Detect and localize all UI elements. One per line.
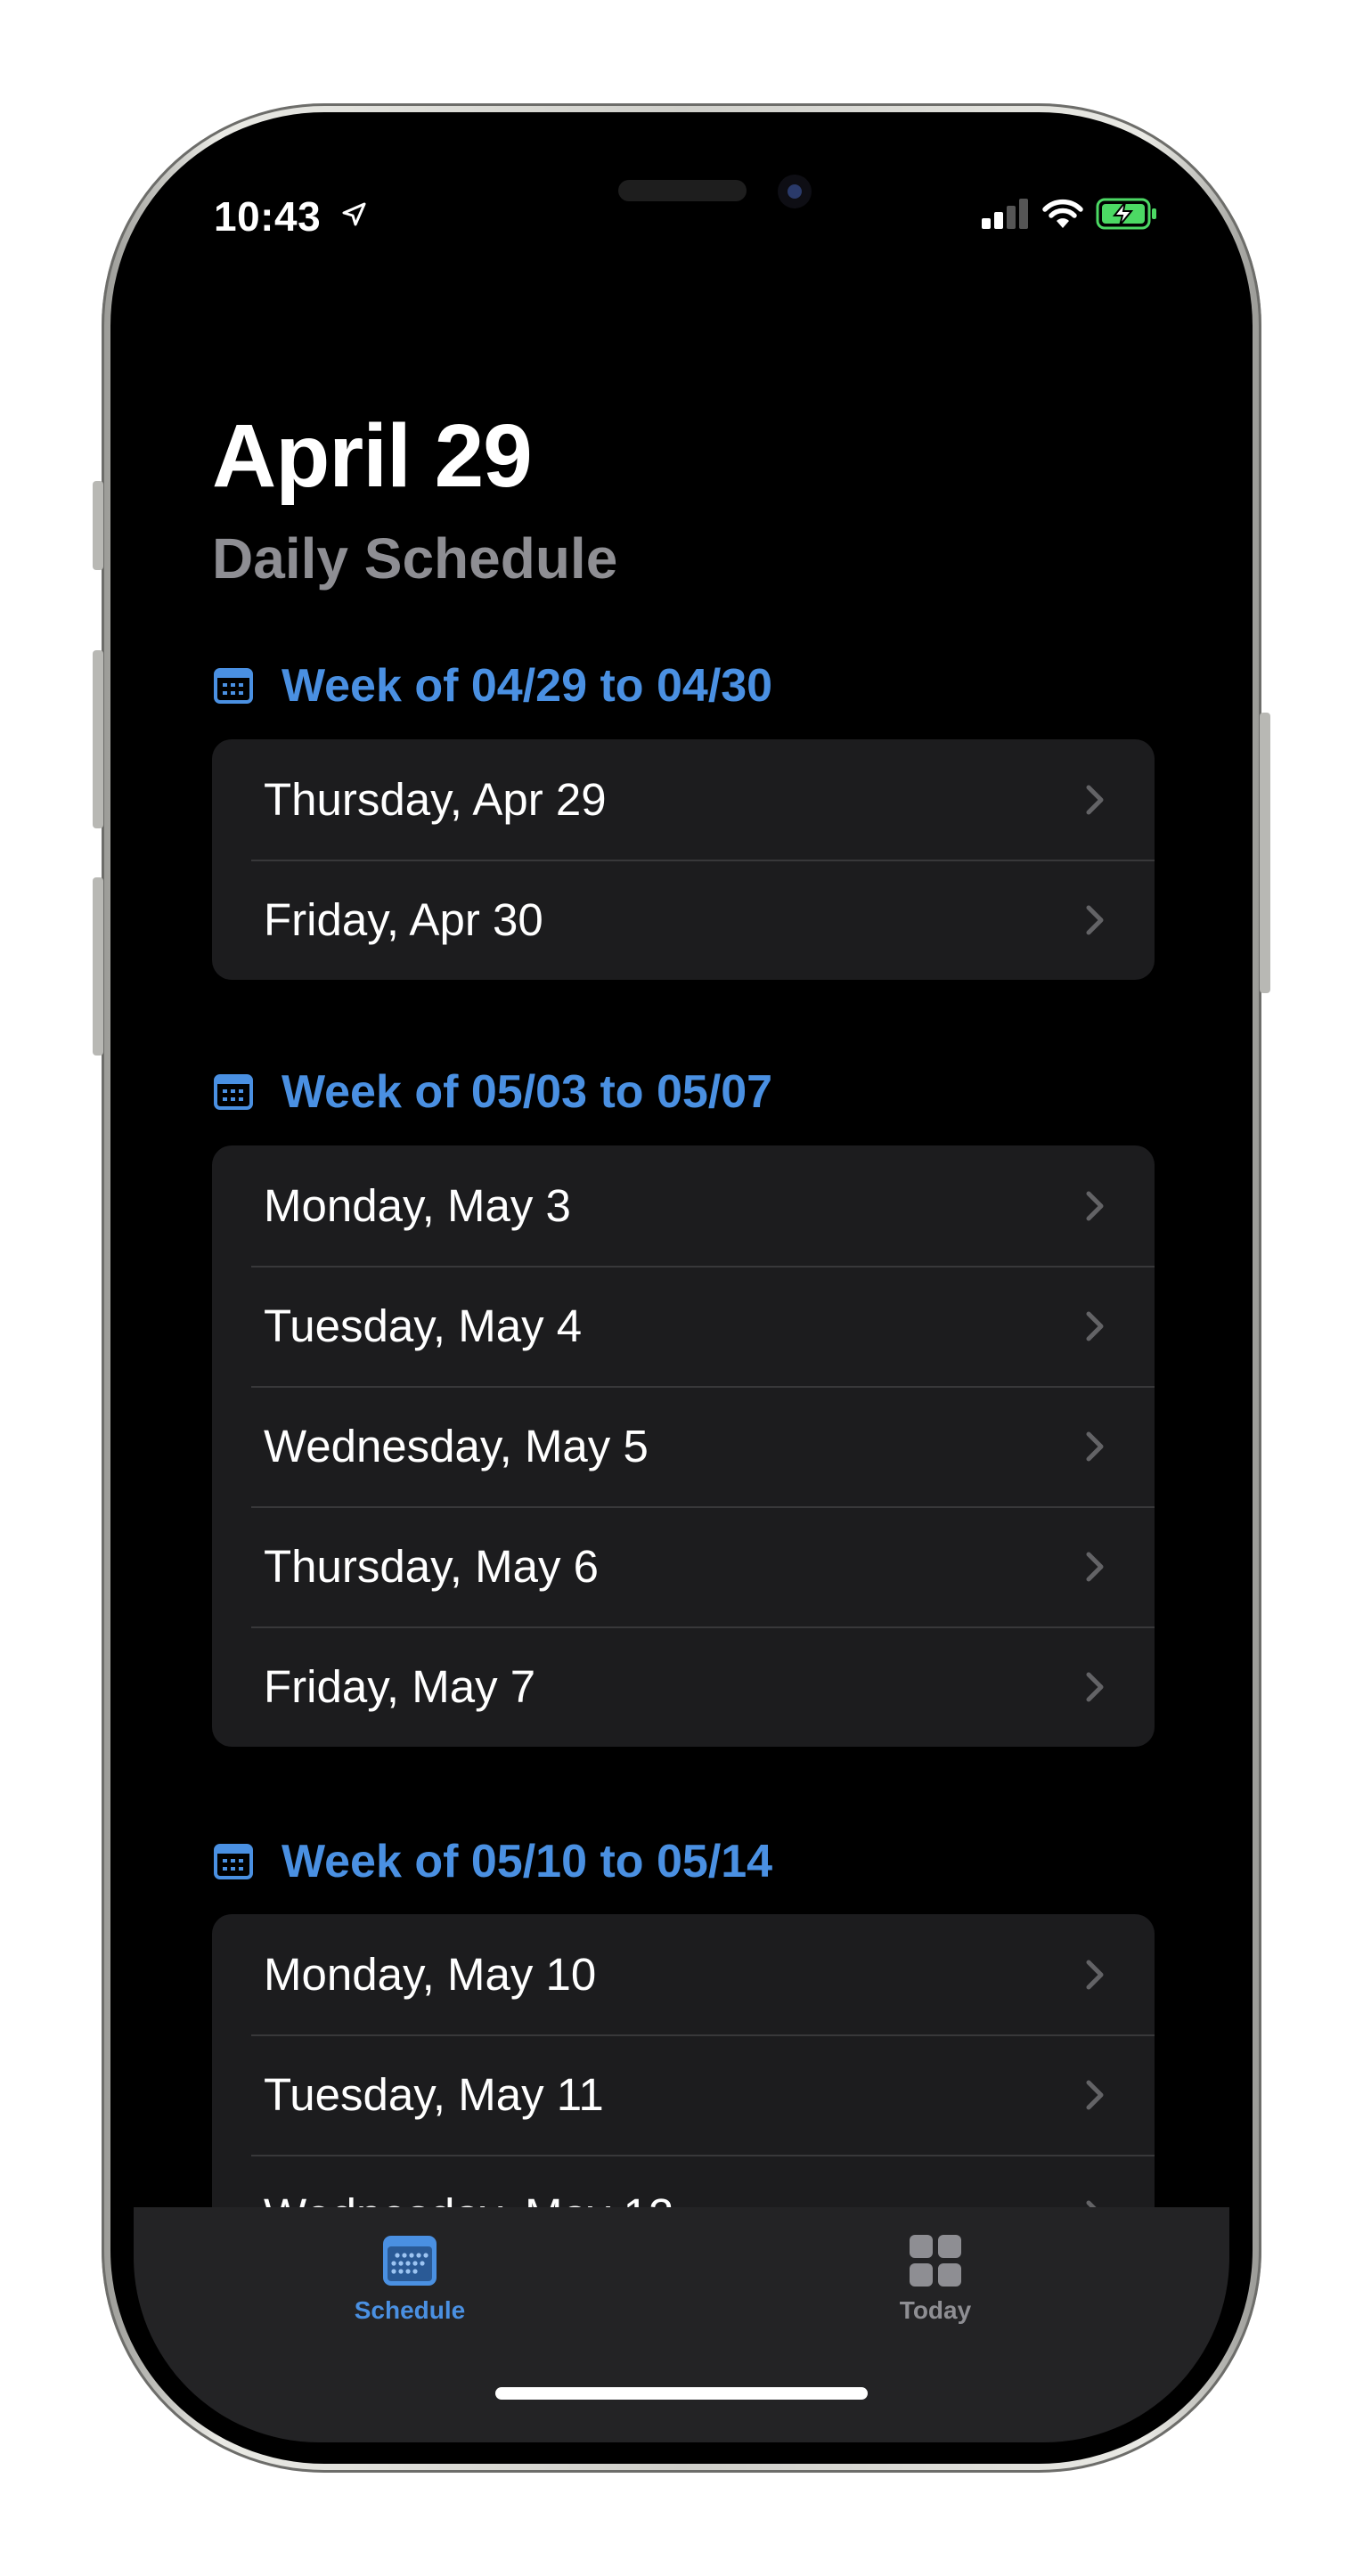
tab-today[interactable]: Today [864,2234,1007,2325]
chevron-right-icon [1086,1191,1104,1220]
day-row-friday-may-7[interactable]: Friday, May 7 [212,1626,1155,1747]
home-indicator[interactable] [495,2387,868,2400]
volume-down-button [93,877,103,1056]
chevron-right-icon [1086,905,1104,934]
tab-bar: Schedule Today [134,2207,1229,2442]
chevron-right-icon [1086,1672,1104,1701]
day-row-thursday-apr-29[interactable]: Thursday, Apr 29 [212,739,1155,860]
location-arrow-icon [342,202,366,226]
day-label: Thursday, May 6 [264,1541,600,1592]
chevron-right-icon [1086,2080,1104,2109]
day-label: Friday, May 7 [264,1661,536,1712]
status-indicators [980,196,1158,232]
status-time: 10:43 [214,193,322,240]
day-row-thursday-may-6[interactable]: Thursday, May 6 [212,1506,1155,1626]
day-row-monday-may-10[interactable]: Monday, May 10 [212,1914,1155,2034]
earpiece-speaker [618,180,747,201]
calendar-icon [214,1074,253,1110]
section-header-week-2: Week of 05/03 to 05/07 [214,1065,772,1119]
chevron-right-icon [1086,785,1104,814]
day-label: Tuesday, May 4 [264,1300,583,1351]
day-label: Thursday, Apr 29 [264,774,607,825]
day-list-week-1: Thursday, Apr 29 Friday, Apr 30 [212,739,1155,980]
grid-icon [910,2235,961,2287]
day-row-tuesday-may-11[interactable]: Tuesday, May 11 [212,2034,1155,2155]
day-label: Monday, May 3 [264,1180,571,1231]
chevron-right-icon [1086,1960,1104,1989]
chevron-right-icon [1086,1431,1104,1461]
calendar-icon [383,2236,437,2286]
tab-label: Schedule [354,2296,466,2324]
section-title: Week of 04/29 to 04/30 [282,660,773,712]
day-label: Friday, Apr 30 [264,894,543,945]
day-label: Monday, May 10 [264,1949,597,2000]
section-header-week-3: Week of 05/10 to 05/14 [214,1835,772,1888]
day-list-week-2: Monday, May 3 Tuesday, May 4 Wednesday, … [212,1145,1155,1747]
calendar-icon [214,668,253,704]
section-title: Week of 05/10 to 05/14 [282,1836,773,1887]
chevron-right-icon [1086,1552,1104,1581]
page-subtitle: Daily Schedule [212,526,618,591]
section-title: Week of 05/03 to 05/07 [282,1066,773,1118]
tab-label: Today [899,2296,972,2324]
phone-screen: 10:43 April 29 Daily Schedule Week of 04… [134,134,1229,2442]
chevron-right-icon [1086,1311,1104,1341]
day-row-tuesday-may-4[interactable]: Tuesday, May 4 [212,1266,1155,1386]
cellular-signal-icon [982,199,1028,229]
section-header-week-1: Week of 04/29 to 04/30 [214,659,772,713]
day-row-wednesday-may-5[interactable]: Wednesday, May 5 [212,1386,1155,1506]
volume-up-button [93,650,103,828]
day-row-friday-apr-30[interactable]: Friday, Apr 30 [212,860,1155,980]
tab-schedule[interactable]: Schedule [339,2234,481,2325]
front-camera [778,175,812,208]
wifi-icon [1042,199,1083,228]
calendar-icon [214,1844,253,1879]
battery-charging-icon [1096,198,1156,230]
day-row-monday-may-3[interactable]: Monday, May 3 [212,1145,1155,1266]
power-button [1260,713,1270,993]
action-button [93,481,103,570]
day-label: Wednesday, May 5 [264,1421,649,1471]
day-label: Tuesday, May 11 [264,2069,604,2120]
page-title: April 29 [212,406,533,506]
